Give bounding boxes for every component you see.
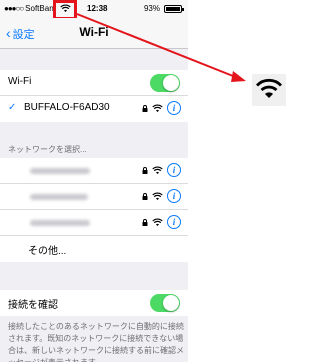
annotation-arrow — [76, 13, 246, 82]
wifi-icon-enlarged — [252, 74, 286, 106]
